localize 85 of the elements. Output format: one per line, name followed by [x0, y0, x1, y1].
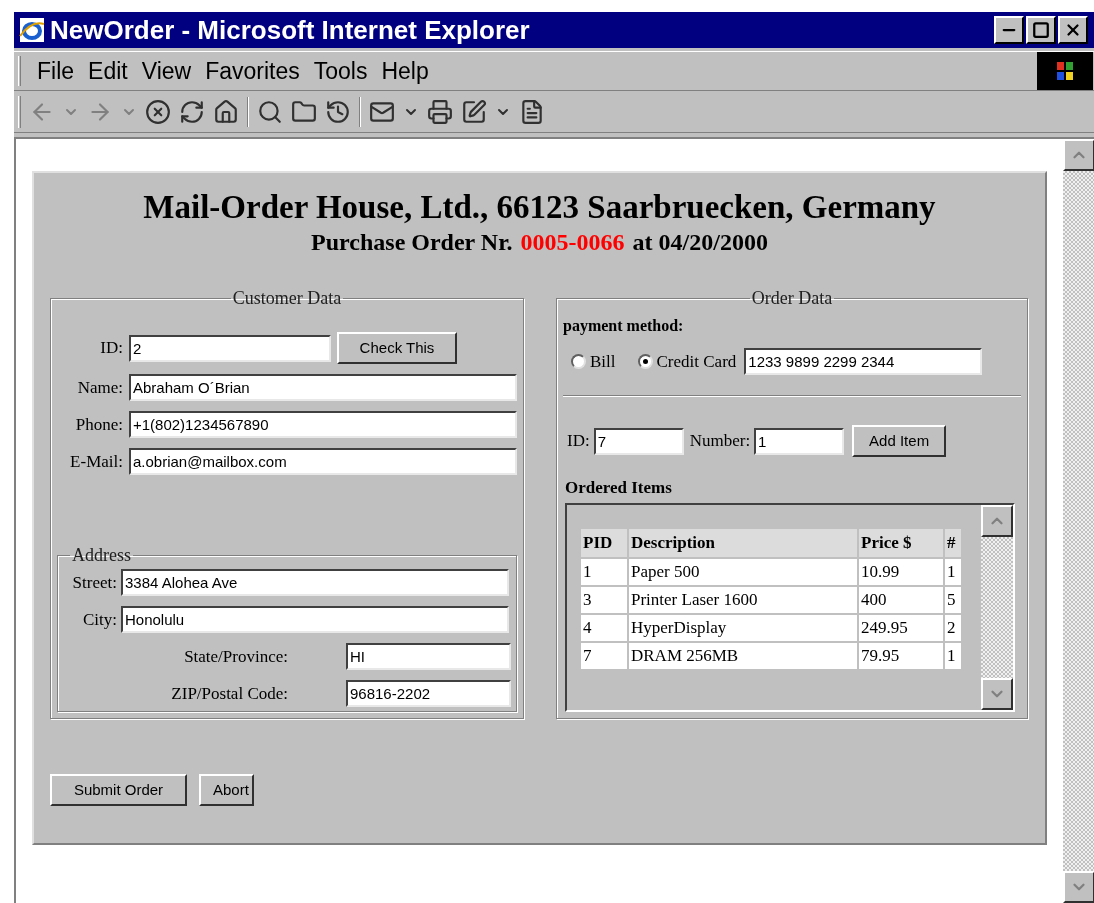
order-date: at 04/20/2000 — [632, 228, 768, 257]
table-cell: Paper 500 — [629, 558, 857, 585]
column-header: Description — [629, 528, 857, 557]
table-cell: DRAM 256MB — [629, 642, 857, 669]
input-field[interactable]: 7 — [593, 427, 684, 455]
input-field[interactable]: 2 — [129, 334, 331, 362]
menu-item[interactable]: File — [37, 53, 75, 89]
input-field[interactable]: a.obrian@mailbox.com — [129, 448, 517, 475]
page-scrollbar[interactable] — [1063, 139, 1094, 903]
table-cell: 79.95 — [859, 642, 943, 669]
scroll-up-icon[interactable] — [1063, 139, 1094, 171]
menu-item[interactable]: View — [141, 53, 192, 89]
table-cell: 2 — [945, 614, 961, 641]
window-title: NewOrder - Microsoft Internet Explorer — [50, 13, 531, 47]
maximize-icon[interactable] — [1026, 16, 1056, 44]
fieldset-legend: Address — [70, 542, 133, 569]
browser-logo-icon — [18, 16, 46, 44]
field-label: ZIP/Postal Code: — [170, 682, 288, 705]
payment-method-label: payment method: — [563, 316, 685, 337]
menu-item[interactable]: Favorites — [205, 53, 300, 89]
field-label: Street: — [71, 571, 117, 594]
search-icon[interactable] — [257, 98, 283, 125]
field-label: Name: — [76, 376, 123, 399]
order-number: 0005-0066 — [520, 228, 625, 257]
printer-icon[interactable] — [427, 98, 453, 125]
home-icon[interactable] — [213, 98, 239, 125]
input-field[interactable]: +1(802)1234567890 — [129, 411, 517, 438]
order-subtitle: Purchase Order Nr. — [311, 228, 513, 257]
radio-label: Bill — [590, 350, 616, 373]
windows-logo-icon — [1037, 52, 1093, 90]
scroll-down-icon[interactable] — [981, 678, 1013, 710]
history-icon[interactable] — [325, 98, 351, 125]
field-label: ID: — [99, 337, 123, 360]
radio-label: Credit Card — [656, 350, 737, 373]
add-item-button[interactable]: Add Item — [852, 425, 947, 457]
table-cell: HyperDisplay — [629, 614, 857, 641]
fieldset-legend: Customer Data — [230, 285, 344, 312]
menu-item[interactable]: Tools — [313, 53, 368, 89]
form-button[interactable]: Submit Order — [50, 774, 187, 806]
fieldset-legend: Order Data — [749, 285, 835, 312]
column-header: PID — [581, 528, 627, 557]
table-cell: 3 — [581, 586, 627, 613]
field-label: Phone: — [74, 413, 123, 436]
stop-icon[interactable] — [145, 98, 171, 125]
scroll-up-icon[interactable] — [981, 504, 1013, 537]
field-label: City: — [82, 608, 117, 631]
minimize-icon[interactable] — [994, 16, 1024, 44]
table-cell: 1 — [581, 558, 627, 585]
menu-item[interactable]: Help — [381, 53, 429, 89]
input-field[interactable]: 1233 9899 2299 2344 — [744, 348, 983, 375]
table-cell: 5 — [945, 586, 961, 613]
input-field[interactable]: Honolulu — [121, 606, 509, 633]
radio-button[interactable] — [637, 354, 653, 369]
field-label: State/Province: — [183, 645, 288, 668]
radio-button[interactable] — [571, 354, 586, 369]
input-field[interactable]: 3384 Alohea Ave — [121, 569, 509, 596]
column-header: Price $ — [859, 528, 943, 557]
menu-item[interactable]: Edit — [88, 53, 128, 89]
table-cell: 1 — [945, 558, 961, 585]
input-field[interactable]: 1 — [754, 427, 845, 455]
page-heading: Mail-Order House, Ltd., 66123 Saarbruecken, Germany — [142, 188, 937, 227]
input-field[interactable]: Abraham O´Brian — [129, 374, 517, 401]
table-cell: 7 — [581, 642, 627, 669]
edit-icon[interactable] — [461, 98, 487, 125]
table-cell: 10.99 — [859, 558, 943, 585]
document-icon[interactable] — [519, 98, 545, 125]
close-icon[interactable] — [1058, 16, 1088, 44]
table-cell: 249.95 — [859, 614, 943, 641]
field-label: ID: — [567, 430, 590, 453]
column-header: # — [945, 528, 961, 557]
folder-icon[interactable] — [291, 98, 317, 125]
input-field[interactable]: 96816-2202 — [346, 680, 511, 707]
scroll-down-icon[interactable] — [1063, 871, 1094, 903]
table-cell: 400 — [859, 586, 943, 613]
table-cell: 4 — [581, 614, 627, 641]
check-button[interactable]: Check This — [337, 332, 457, 364]
refresh-icon[interactable] — [179, 98, 205, 125]
scrollbar[interactable] — [981, 504, 1013, 710]
field-label: E-Mail: — [69, 450, 123, 473]
table-cell: 1 — [945, 642, 961, 669]
ordered-items-title: Ordered Items — [565, 477, 673, 499]
input-field[interactable]: HI — [346, 643, 511, 670]
table-cell: Printer Laser 1600 — [629, 586, 857, 613]
field-label: Number: — [689, 430, 751, 453]
form-button[interactable]: Abort — [199, 774, 254, 806]
